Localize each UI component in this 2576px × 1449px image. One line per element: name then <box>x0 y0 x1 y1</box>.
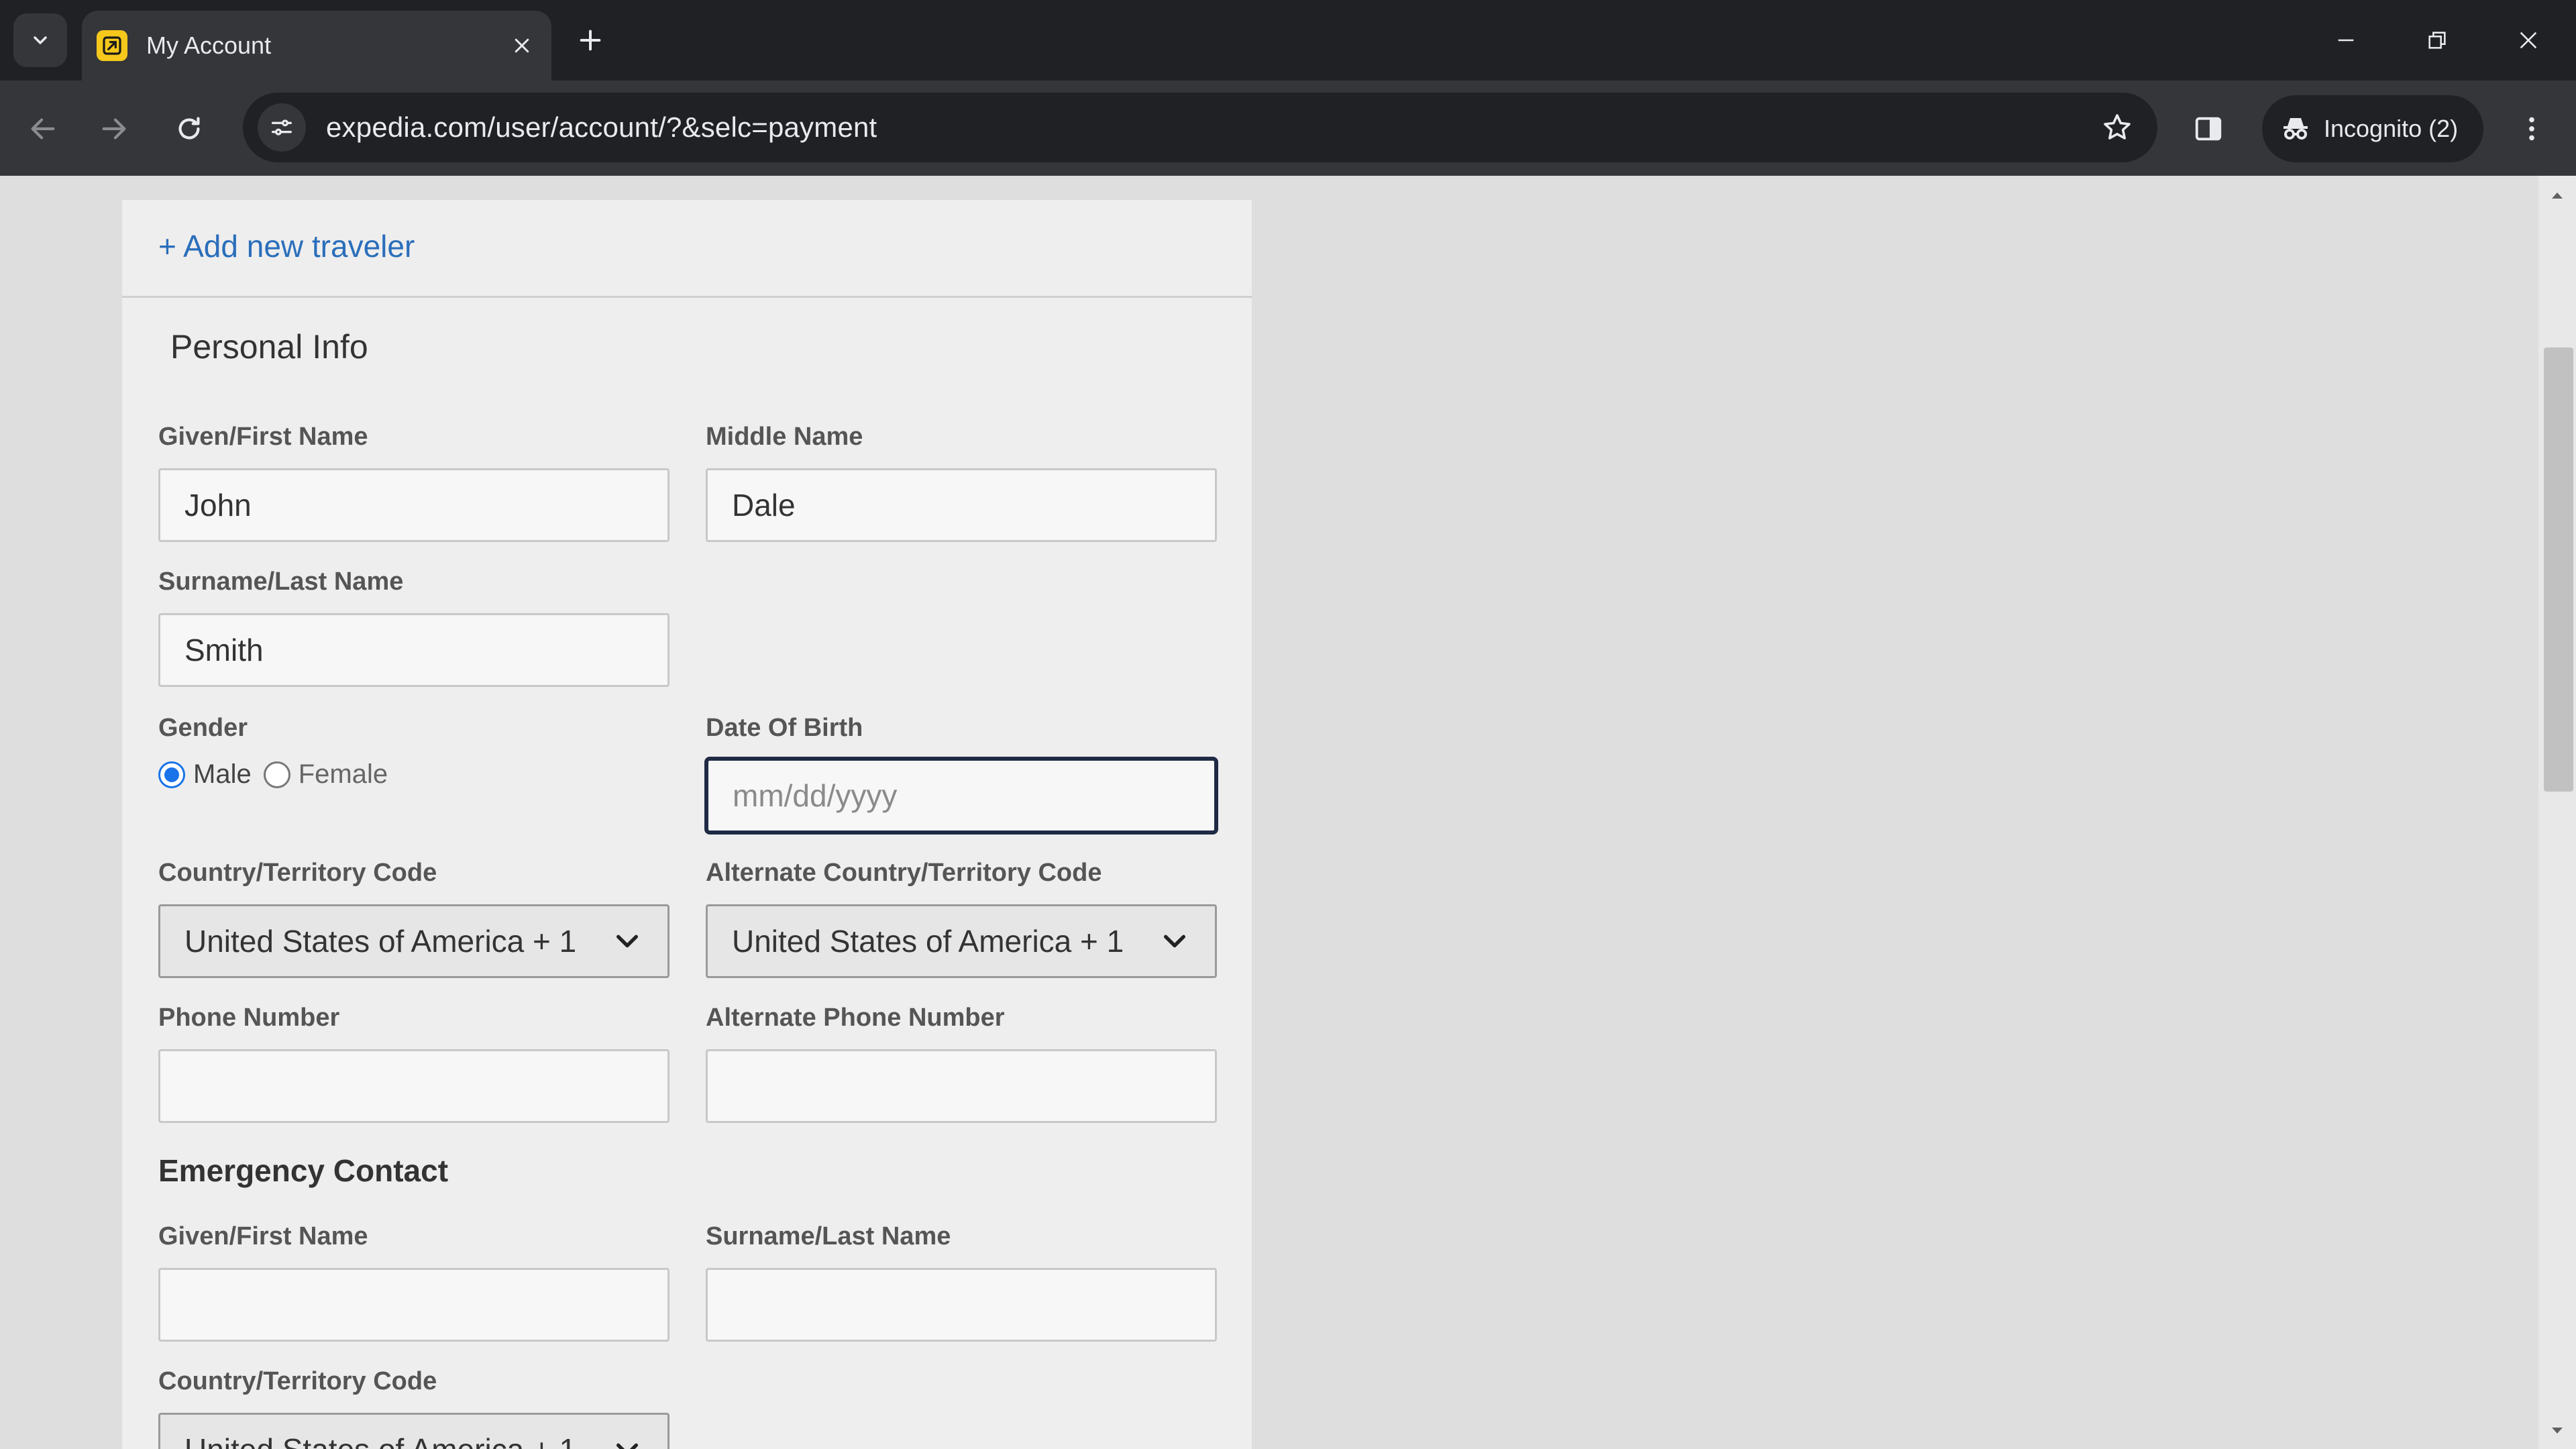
new-tab-button[interactable] <box>570 20 610 60</box>
restore-icon <box>2428 32 2446 49</box>
alt-country-code-select[interactable]: United States of America + 1 <box>706 904 1217 978</box>
page-viewport: + Add new traveler Personal Info Given/F… <box>0 176 2576 1449</box>
dob-input[interactable]: mm/dd/yyyy <box>704 757 1218 835</box>
emergency-first-name-label: Given/First Name <box>158 1222 368 1250</box>
tab-search-button[interactable] <box>13 13 67 67</box>
incognito-icon <box>2284 118 2308 140</box>
gender-radio-group: Male Female <box>158 759 400 790</box>
close-icon <box>515 38 529 53</box>
chevron-down-icon <box>1159 925 1191 957</box>
gender-female-label[interactable]: Female <box>299 759 388 790</box>
star-icon <box>2104 114 2131 140</box>
scrollbar-thumb[interactable] <box>2544 347 2573 792</box>
first-name-label: Given/First Name <box>158 423 368 451</box>
add-traveler-row: + Add new traveler <box>122 200 1252 298</box>
middle-name-label: Middle Name <box>706 423 863 451</box>
emergency-last-name-label: Surname/Last Name <box>706 1222 951 1250</box>
restore-button[interactable] <box>2407 13 2467 67</box>
first-name-value: John <box>184 488 252 523</box>
add-new-traveler-link[interactable]: + Add new traveler <box>158 228 415 264</box>
forward-button[interactable] <box>90 105 138 153</box>
address-bar[interactable]: expedia.com/user/account/?&selc=payment <box>243 93 2157 162</box>
country-code-value: United States of America + 1 <box>184 924 577 959</box>
chevron-down-icon <box>34 36 47 44</box>
alt-phone-input[interactable] <box>706 1049 1217 1123</box>
country-code-label: Country/Territory Code <box>158 859 437 887</box>
url-text[interactable]: expedia.com/user/account/?&selc=payment <box>326 111 2097 144</box>
gender-male-label[interactable]: Male <box>193 759 252 790</box>
reload-icon <box>178 117 200 140</box>
forward-arrow-icon <box>102 118 126 140</box>
country-code-select[interactable]: United States of America + 1 <box>158 904 669 978</box>
tab-title: My Account <box>146 32 272 59</box>
tab-strip: My Account <box>0 0 2576 80</box>
phone-input[interactable] <box>158 1049 669 1123</box>
emergency-contact-title: Emergency Contact <box>158 1153 449 1188</box>
middle-name-input[interactable]: Dale <box>706 468 1217 542</box>
minimize-icon <box>2338 39 2354 42</box>
side-panel-icon <box>2195 117 2222 141</box>
emergency-country-code-value: United States of America + 1 <box>184 1432 576 1449</box>
last-name-value: Smith <box>184 633 264 667</box>
browser-toolbar: expedia.com/user/account/?&selc=payment … <box>0 80 2576 176</box>
traveler-form-panel: + Add new traveler Personal Info Given/F… <box>122 200 1252 1449</box>
emergency-first-name-input[interactable] <box>158 1268 669 1342</box>
phone-label: Phone Number <box>158 1004 340 1032</box>
gender-label: Gender <box>158 714 248 742</box>
last-name-label: Surname/Last Name <box>158 568 404 596</box>
plus-icon <box>580 30 601 51</box>
window-close-button[interactable] <box>2498 13 2559 67</box>
bookmark-button[interactable] <box>2097 107 2137 148</box>
tab-close-button[interactable] <box>506 30 538 62</box>
emergency-country-code-select[interactable]: United States of America + 1 <box>158 1413 669 1449</box>
emergency-last-name-input[interactable] <box>706 1268 1217 1342</box>
alt-country-code-label: Alternate Country/Territory Code <box>706 859 1102 887</box>
site-info-icon <box>272 119 292 136</box>
last-name-input[interactable]: Smith <box>158 613 669 687</box>
alt-phone-label: Alternate Phone Number <box>706 1004 1005 1032</box>
chevron-down-icon <box>611 1434 643 1449</box>
minimize-button[interactable] <box>2316 13 2376 67</box>
first-name-input[interactable]: John <box>158 468 669 542</box>
incognito-indicator[interactable]: Incognito (2) <box>2262 95 2483 162</box>
window-close-icon <box>2520 32 2537 49</box>
chevron-down-icon <box>611 925 643 957</box>
alt-country-code-value: United States of America + 1 <box>732 924 1124 959</box>
emergency-country-code-label: Country/Territory Code <box>158 1367 437 1395</box>
reload-button[interactable] <box>165 105 213 153</box>
more-menu-icon <box>2529 117 2534 141</box>
site-info-button[interactable] <box>258 103 306 152</box>
tab-my-account[interactable]: My Account <box>82 11 551 80</box>
scroll-down-icon[interactable] <box>2549 1422 2565 1438</box>
back-arrow-icon <box>31 118 55 140</box>
expedia-favicon-icon <box>97 30 127 61</box>
gender-male-radio[interactable] <box>158 761 185 788</box>
incognito-label: Incognito (2) <box>2324 115 2459 142</box>
side-panel-button[interactable] <box>2184 105 2233 153</box>
gender-female-radio[interactable] <box>263 761 290 788</box>
more-menu-button[interactable] <box>2508 105 2556 153</box>
middle-name-value: Dale <box>732 488 796 523</box>
back-button[interactable] <box>19 105 67 153</box>
dob-label: Date Of Birth <box>706 714 863 742</box>
scroll-up-icon[interactable] <box>2549 188 2565 204</box>
personal-info-title: Personal Info <box>170 328 368 366</box>
dob-placeholder: mm/dd/yyyy <box>733 778 898 813</box>
